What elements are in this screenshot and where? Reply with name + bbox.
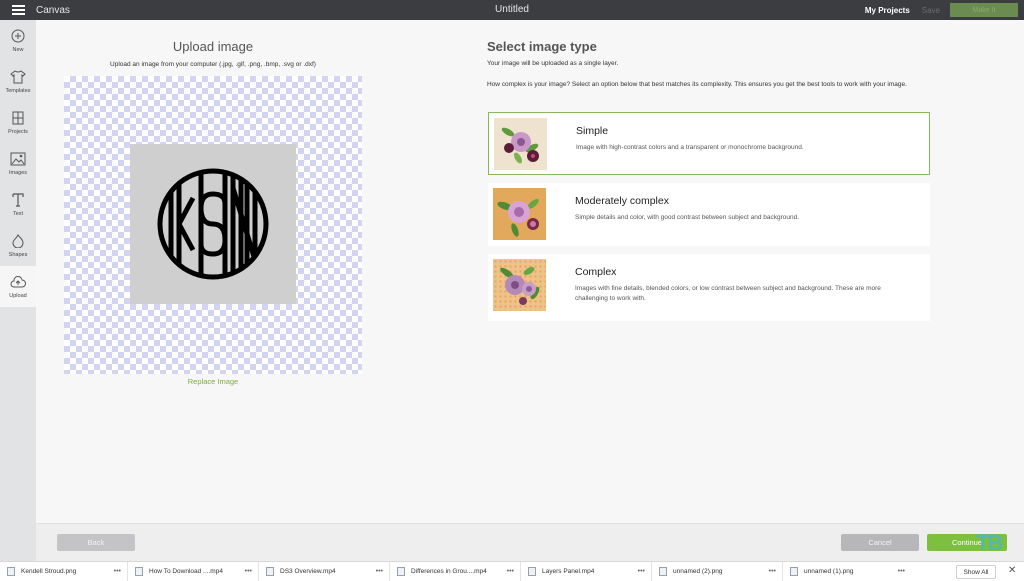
upload-instructions: Upload an image from your computer (.jpg… bbox=[110, 61, 316, 68]
top-bar: Canvas Untitled My Projects Save Make It bbox=[0, 0, 1024, 20]
video-file-icon bbox=[397, 567, 405, 576]
download-item[interactable]: How To Download ....mp4 ••• bbox=[128, 561, 259, 581]
sidebar-item-templates[interactable]: Templates bbox=[0, 61, 36, 102]
sidebar-item-label: Upload bbox=[9, 293, 27, 299]
image-icon bbox=[10, 151, 26, 167]
download-item[interactable]: DS3 Overview.mp4 ••• bbox=[259, 561, 390, 581]
text-icon bbox=[10, 192, 26, 208]
simple-thumbnail bbox=[494, 118, 547, 170]
option-title: Simple bbox=[576, 125, 609, 137]
image-file-icon bbox=[790, 567, 798, 576]
watermark-logo: TB bbox=[976, 530, 1003, 555]
upload-image-heading: Upload image bbox=[172, 39, 254, 54]
option-description: Simple details and color, with good cont… bbox=[575, 214, 800, 221]
make-it-button[interactable]: Make It bbox=[950, 3, 1018, 17]
single-layer-note: Your image will be uploaded as a single … bbox=[487, 60, 619, 67]
save-button[interactable]: Save bbox=[922, 6, 940, 15]
image-preview-area: KSN bbox=[64, 76, 362, 374]
more-options-icon[interactable]: ••• bbox=[376, 568, 383, 575]
projects-icon bbox=[10, 110, 26, 126]
monogram-image bbox=[157, 168, 269, 280]
upload-panel: Upload image Upload an image from your c… bbox=[36, 20, 1024, 523]
more-options-icon[interactable]: ••• bbox=[245, 568, 252, 575]
option-title: Moderately complex bbox=[575, 195, 669, 207]
complex-thumbnail bbox=[493, 259, 546, 311]
more-options-icon[interactable]: ••• bbox=[769, 568, 776, 575]
uploaded-image-preview: KSN bbox=[130, 144, 296, 304]
option-moderately-complex[interactable]: Moderately complex Simple details and co… bbox=[488, 183, 930, 246]
more-options-icon[interactable]: ••• bbox=[114, 568, 121, 575]
cancel-button[interactable]: Cancel bbox=[841, 534, 919, 551]
sidebar-item-label: Projects bbox=[8, 129, 28, 135]
option-simple[interactable]: Simple Image with high-contrast colors a… bbox=[488, 112, 930, 175]
close-icon[interactable]: ✕ bbox=[1008, 565, 1016, 576]
app-name: Canvas bbox=[36, 4, 70, 16]
option-title: Complex bbox=[575, 266, 617, 278]
download-item[interactable]: unnamed (1).png ••• bbox=[783, 562, 905, 581]
downloads-bar: Kendell Stroud.png ••• How To Download .… bbox=[0, 561, 1024, 581]
download-file-name: unnamed (1).png bbox=[804, 568, 854, 575]
shirt-icon bbox=[10, 69, 26, 85]
sidebar-item-label: Text bbox=[12, 211, 24, 217]
option-complex[interactable]: Complex Images with fine details, blende… bbox=[488, 254, 930, 321]
image-file-icon bbox=[659, 567, 667, 576]
more-options-icon[interactable]: ••• bbox=[507, 568, 514, 575]
hamburger-menu-icon[interactable] bbox=[0, 0, 36, 20]
sidebar-item-label: Shapes bbox=[8, 252, 28, 258]
download-file-name: How To Download ....mp4 bbox=[149, 568, 223, 575]
replace-image-link[interactable]: Replace Image bbox=[64, 377, 362, 386]
sidebar-item-shapes[interactable]: Shapes bbox=[0, 225, 36, 266]
more-options-icon[interactable]: ••• bbox=[898, 568, 905, 575]
sidebar-item-text[interactable]: Text bbox=[0, 184, 36, 225]
sidebar-item-upload[interactable]: Upload bbox=[0, 266, 36, 307]
sidebar-item-label: New bbox=[12, 47, 24, 53]
download-file-name: Layers Panel.mp4 bbox=[542, 568, 595, 575]
sidebar-item-label: Images bbox=[8, 170, 28, 176]
plus-circle-icon bbox=[10, 28, 26, 44]
bottom-action-bar: Back Cancel Continue bbox=[36, 523, 1024, 561]
video-file-icon bbox=[135, 567, 143, 576]
download-item[interactable]: Kendell Stroud.png ••• bbox=[0, 561, 128, 581]
video-file-icon bbox=[528, 567, 536, 576]
sidebar-item-label: Templates bbox=[5, 88, 31, 94]
download-item[interactable]: Differences in Grou....mp4 ••• bbox=[390, 561, 521, 581]
video-file-icon bbox=[266, 567, 274, 576]
select-image-type-heading: Select image type bbox=[487, 39, 597, 54]
download-item[interactable]: unnamed (2).png ••• bbox=[652, 561, 783, 581]
more-options-icon[interactable]: ••• bbox=[638, 568, 645, 575]
download-file-name: unnamed (2).png bbox=[673, 568, 723, 575]
left-sidebar: New Templates Projects Images Text Shape… bbox=[0, 20, 36, 561]
shapes-icon bbox=[10, 233, 26, 249]
moderately-complex-thumbnail bbox=[493, 188, 546, 240]
cloud-upload-icon bbox=[10, 274, 26, 290]
sidebar-item-projects[interactable]: Projects bbox=[0, 102, 36, 143]
download-file-name: DS3 Overview.mp4 bbox=[280, 568, 336, 575]
download-file-name: Kendell Stroud.png bbox=[21, 568, 77, 575]
option-description: Images with fine details, blended colors… bbox=[575, 285, 881, 302]
file-icon bbox=[7, 567, 15, 576]
sidebar-item-images[interactable]: Images bbox=[0, 143, 36, 184]
option-description: Image with high-contrast colors and a tr… bbox=[576, 144, 804, 151]
download-file-name: Differences in Grou....mp4 bbox=[411, 568, 487, 575]
complexity-help-text: How complex is your image? Select an opt… bbox=[487, 81, 907, 88]
my-projects-button[interactable]: My Projects bbox=[865, 6, 910, 15]
back-button[interactable]: Back bbox=[57, 534, 135, 551]
sidebar-item-new[interactable]: New bbox=[0, 20, 36, 61]
show-all-downloads-button[interactable]: Show All bbox=[956, 565, 996, 579]
download-item[interactable]: Layers Panel.mp4 ••• bbox=[521, 561, 652, 581]
